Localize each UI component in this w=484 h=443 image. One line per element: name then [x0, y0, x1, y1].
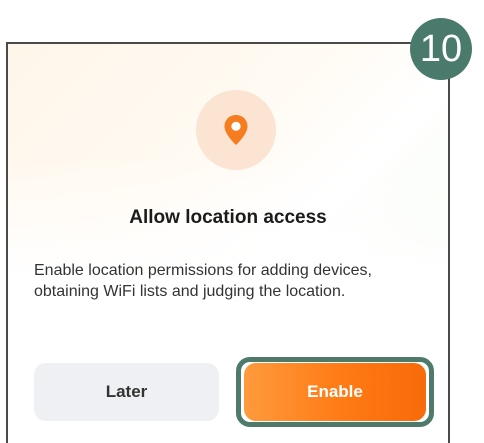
later-button[interactable]: Later [34, 363, 219, 421]
dialog-title: Allow location access [129, 207, 327, 228]
location-permission-dialog: Allow location access Enable location pe… [6, 42, 450, 443]
location-pin-icon [224, 115, 248, 145]
screen: Allow location access Enable location pe… [0, 0, 484, 443]
step-number-badge: 10 [410, 18, 472, 80]
dialog-message: Enable location permissions for adding d… [34, 262, 372, 300]
enable-button[interactable]: Enable [244, 363, 426, 421]
location-icon-circle [196, 90, 276, 170]
